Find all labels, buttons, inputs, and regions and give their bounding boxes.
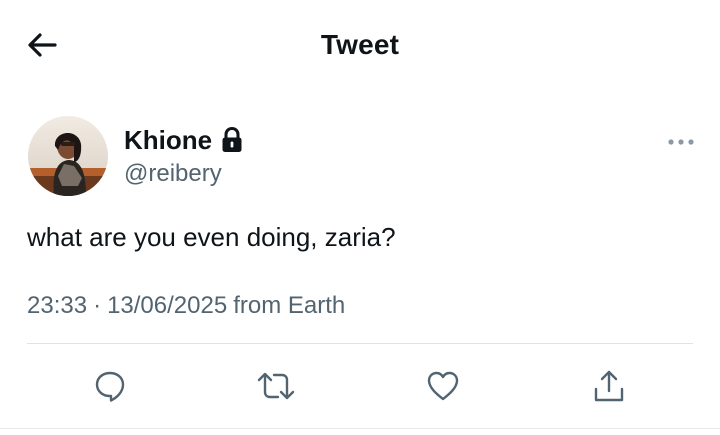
tweet-source: from Earth bbox=[233, 292, 346, 319]
retweet-button[interactable] bbox=[250, 360, 302, 412]
divider bbox=[27, 343, 693, 344]
meta-separator: · bbox=[93, 292, 102, 319]
tweet-detail-screen: Tweet Khione @reibery what are you even … bbox=[0, 0, 720, 435]
tweet-date[interactable]: 13/06/2025 bbox=[107, 292, 227, 320]
top-bar: Tweet bbox=[0, 0, 720, 90]
share-button[interactable] bbox=[583, 360, 635, 412]
heart-icon bbox=[427, 371, 459, 401]
more-horizontal-icon bbox=[668, 139, 694, 145]
tweet-metadata: 23:33 · 13/06/2025 from Earth bbox=[27, 292, 345, 320]
user-handle[interactable]: @reibery bbox=[124, 160, 222, 188]
display-name[interactable]: Khione bbox=[124, 125, 212, 156]
share-icon bbox=[594, 370, 624, 402]
avatar[interactable] bbox=[28, 116, 108, 196]
more-options-button[interactable] bbox=[666, 132, 696, 152]
retweet-icon bbox=[257, 372, 295, 400]
tweet-text: what are you even doing, zaria? bbox=[27, 222, 396, 252]
lock-icon bbox=[221, 127, 243, 153]
bottom-divider bbox=[0, 428, 720, 429]
page-title: Tweet bbox=[320, 29, 400, 60]
author-name-row: Khione bbox=[124, 123, 243, 157]
tweet-time[interactable]: 23:33 bbox=[27, 292, 87, 320]
avatar-photo bbox=[28, 116, 108, 196]
reply-icon bbox=[95, 371, 125, 402]
action-bar bbox=[0, 360, 720, 412]
like-button[interactable] bbox=[417, 360, 469, 412]
reply-button[interactable] bbox=[84, 360, 136, 412]
